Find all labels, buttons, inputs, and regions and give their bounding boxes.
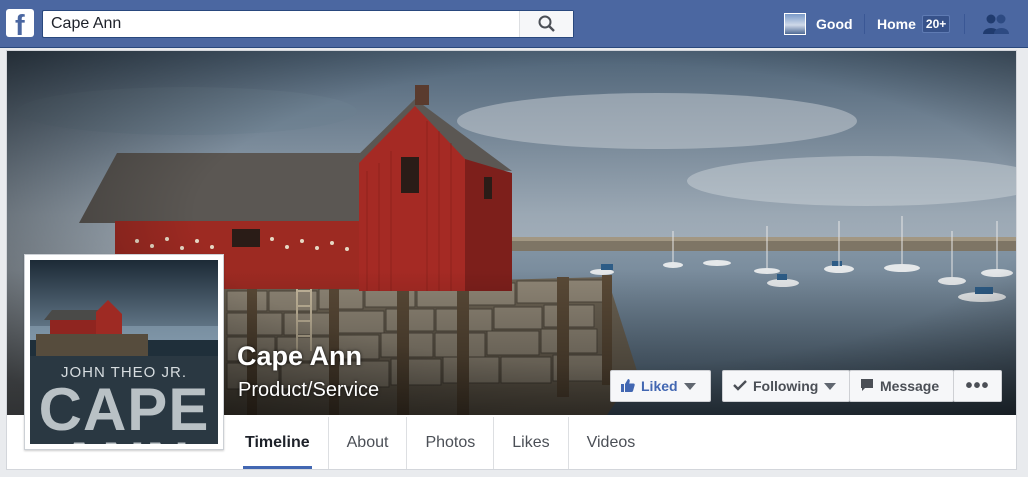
- chevron-down-icon: [824, 382, 837, 390]
- thumbs-up-icon: [621, 378, 635, 395]
- message-label: Message: [880, 378, 940, 394]
- search-input[interactable]: [43, 11, 520, 37]
- search-button[interactable]: [519, 11, 573, 37]
- search-icon: [538, 15, 555, 32]
- chevron-down-icon: [683, 382, 696, 390]
- divider: [964, 14, 965, 34]
- tab-likes[interactable]: Likes: [494, 417, 569, 469]
- friend-requests-icon[interactable]: [982, 13, 1010, 35]
- message-button[interactable]: Message: [849, 370, 954, 402]
- following-button[interactable]: Following: [722, 370, 850, 402]
- message-bubble-icon: [860, 378, 874, 395]
- page-tabs: Timeline About Photos Likes Videos: [227, 417, 653, 469]
- tab-about[interactable]: About: [329, 417, 408, 469]
- divider: [864, 14, 865, 34]
- more-options-button[interactable]: •••: [953, 370, 1002, 402]
- following-label: Following: [753, 378, 819, 394]
- page-title[interactable]: Cape Ann: [237, 341, 362, 372]
- profile-link[interactable]: Good: [784, 12, 853, 36]
- tab-photos[interactable]: Photos: [407, 417, 495, 469]
- tab-videos[interactable]: Videos: [569, 417, 654, 469]
- search-box: [42, 10, 574, 38]
- page-header: Cape Ann Product/Service Liked Following…: [6, 50, 1017, 470]
- checkmark-icon: [733, 378, 747, 394]
- top-navigation-bar: f Good Home 20+: [0, 0, 1028, 48]
- profile-picture[interactable]: JOHN THEO JR. CAPE ANN: [24, 254, 224, 450]
- book-title-second-line: ANN: [30, 432, 218, 445]
- home-notification-badge: 20+: [921, 15, 951, 33]
- home-label: Home: [877, 16, 916, 32]
- home-link[interactable]: Home 20+: [877, 12, 951, 36]
- avatar: [784, 13, 806, 35]
- page-category[interactable]: Product/Service: [238, 379, 379, 402]
- tab-timeline[interactable]: Timeline: [227, 417, 329, 469]
- user-name: Good: [816, 16, 853, 32]
- facebook-logo-icon[interactable]: f: [6, 9, 34, 37]
- liked-label: Liked: [641, 378, 678, 394]
- liked-button[interactable]: Liked: [610, 370, 711, 402]
